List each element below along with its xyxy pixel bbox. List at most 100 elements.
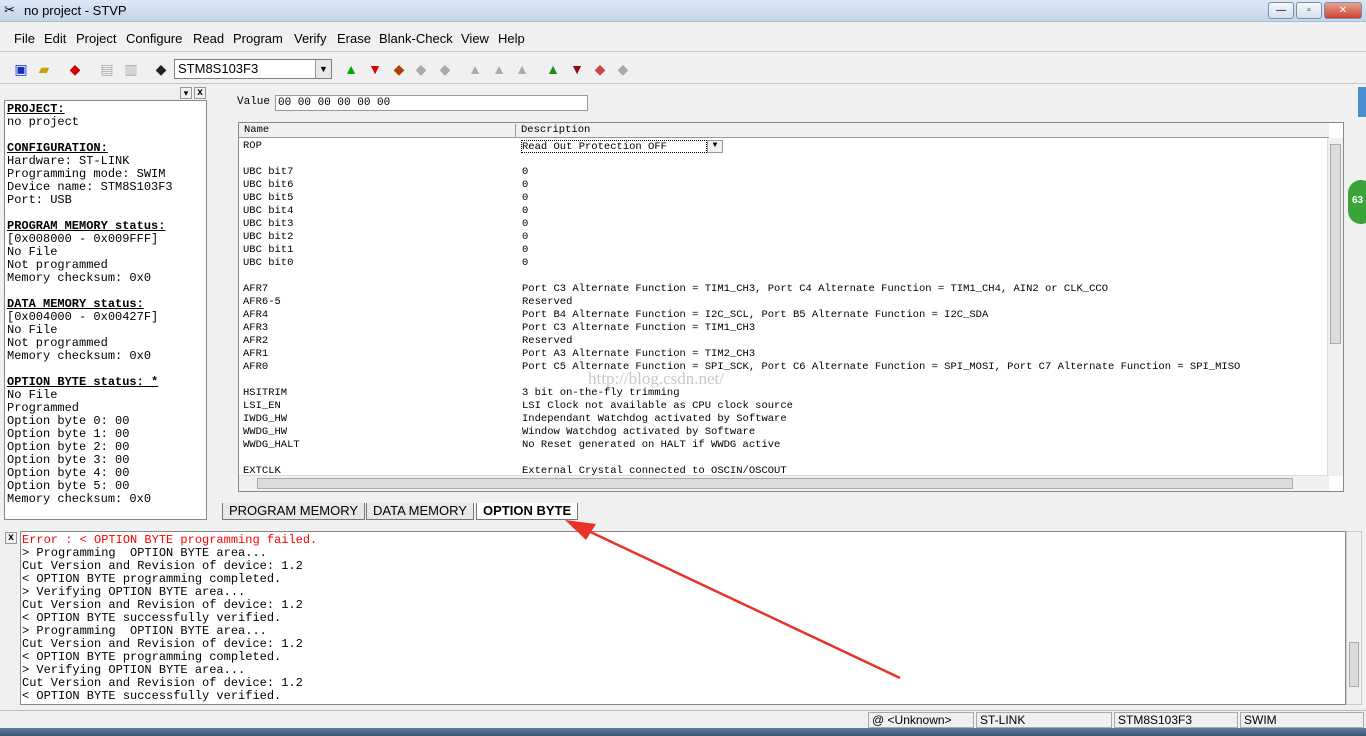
table-row[interactable]: UBC bit5 0 [243,192,528,205]
taskbar [0,728,1366,736]
program-all-icon: ▲ [492,61,506,77]
table-row[interactable]: AFR3 Port C3 Alternate Function = TIM1_CH… [243,322,755,335]
vertical-scrollbar[interactable] [1327,138,1343,476]
rop-select[interactable]: Read Out Protection OFF ▼ [521,140,723,153]
option-description: 0 [522,166,529,178]
option-description: Port C3 Alternate Function = TIM1_CH3 [522,322,756,334]
menu-configure[interactable]: Configure [126,31,182,46]
column-header-name[interactable]: Name [244,124,269,136]
table-row[interactable]: ROP Read Out Protection OFF ▼ [243,140,723,153]
option-name: AFR3 [243,322,269,334]
option-byte-table: Name Description ROP Read Out Protection … [238,122,1344,492]
device-select-value: STM8S103F3 [178,61,259,76]
verify-all-icon: ▲ [515,61,529,77]
menu-read[interactable]: Read [193,31,224,46]
option-description: Reserved [522,335,573,347]
info-line: no project [7,115,80,129]
verify-icon[interactable]: ◆ [390,60,408,78]
menu-bar: File Edit Project Configure Read Program… [0,26,1366,52]
maximize-button[interactable]: ▫ [1296,2,1322,19]
table-row[interactable]: AFR6-5 Reserved [243,296,572,309]
menu-program[interactable]: Program [233,31,283,46]
menu-file[interactable]: File [14,31,35,46]
log-close-button[interactable]: x [5,532,17,544]
tab-program-memory[interactable]: PROGRAM MEMORY [222,503,366,520]
table-row[interactable]: UBC bit1 0 [243,244,528,257]
read-current-icon[interactable]: ▲ [544,60,562,78]
option-name: LSI_EN [243,400,281,412]
close-button[interactable]: ✕ [1324,2,1362,19]
table-row[interactable]: AFR2 Reserved [243,335,572,348]
column-header-description[interactable]: Description [515,124,590,138]
table-row[interactable]: UBC bit0 0 [243,257,528,270]
panel-close-button[interactable]: x [194,87,206,99]
menu-project[interactable]: Project [76,31,116,46]
program-icon[interactable]: ▼ [366,60,384,78]
table-row[interactable]: LSI_EN LSI Clock not available as CPU clo… [243,400,793,413]
program-current-icon[interactable]: ▼ [568,60,586,78]
option-description: 0 [522,192,529,204]
verify-current-icon[interactable]: ◆ [591,60,609,78]
table-row[interactable]: AFR1 Port A3 Alternate Function = TIM2_CH… [243,348,755,361]
log-line: < OPTION BYTE successfully verified. [22,689,282,703]
option-description: 0 [522,179,529,191]
chevron-down-icon[interactable]: ▼ [315,60,331,78]
option-name: WWDG_HW [243,426,288,438]
side-scroll-indicator [1358,87,1366,117]
project-info-panel: PROJECT: no project CONFIGURATION: Hardware… [4,100,207,520]
menu-view[interactable]: View [461,31,489,46]
chevron-down-icon[interactable]: ▼ [707,140,723,153]
table-row[interactable]: UBC bit3 0 [243,218,528,231]
option-name: UBC bit0 [243,257,294,269]
info-line: Memory checksum: 0x0 [7,271,152,285]
table-row[interactable]: UBC bit6 0 [243,179,528,192]
menu-verify[interactable]: Verify [294,31,327,46]
value-label: Value [237,96,271,108]
info-line: Port: USB [7,193,72,207]
option-description: 0 [522,257,529,269]
save-icon[interactable]: ▣ [12,60,30,78]
device-settings-icon[interactable]: ◆ [66,60,84,78]
output-log: Error : < OPTION BYTE programming failed… [20,531,1346,705]
menu-blank-check[interactable]: Blank-Check [379,31,453,46]
title-bar: ✂ no project - STVP — ▫ ✕ [0,0,1366,22]
table-row[interactable]: UBC bit2 0 [243,231,528,244]
table-row[interactable]: UBC bit7 0 [243,166,528,179]
log-scrollbar[interactable] [1346,531,1362,705]
table-row[interactable]: WWDG_HALT No Reset generated on HALT if W… [243,439,780,452]
table-row[interactable]: AFR7 Port C3 Alternate Function = TIM1_CH… [243,283,1108,296]
chip-icon[interactable]: ◆ [152,60,170,78]
open-icon[interactable]: ▰ [35,60,53,78]
option-description: Port B4 Alternate Function = I2C_SCL, Po… [522,309,989,321]
option-name: HSITRIM [243,387,288,399]
read-icon[interactable]: ▲ [342,60,360,78]
horizontal-scrollbar[interactable] [239,475,1329,491]
table-row[interactable]: UBC bit4 0 [243,205,528,218]
tab-option-byte[interactable]: OPTION BYTE [476,503,579,520]
erase-current-icon: ◆ [617,61,629,77]
status-bar: @ <Unknown> ST-LINK STM8S103F3 SWIM [0,710,1366,728]
value-field[interactable]: 00 00 00 00 00 00 [275,95,588,111]
option-description: LSI Clock not available as CPU clock sou… [522,400,793,412]
minimize-button[interactable]: — [1268,2,1294,19]
panel-menu-icon[interactable]: ▾ [180,87,192,99]
app-icon: ✂ [4,2,15,17]
device-select[interactable]: STM8S103F3 ▼ [174,59,332,79]
option-description: Reserved [522,296,573,308]
table-row[interactable]: AFR0 Port C5 Alternate Function = SPI_SCK… [243,361,1240,374]
table-row[interactable]: IWDG_HW Independant Watchdog activated by… [243,413,787,426]
option-name: AFR4 [243,309,269,321]
read-all-icon: ▲ [468,61,482,77]
menu-help[interactable]: Help [498,31,525,46]
tab-data-memory[interactable]: DATA MEMORY [366,503,474,520]
option-description: Window Watchdog activated by Software [522,426,756,438]
status-address: @ <Unknown> [868,712,974,728]
option-name: UBC bit2 [243,231,294,243]
menu-edit[interactable]: Edit [44,31,66,46]
table-row[interactable]: HSITRIM 3 bit on-the-fly trimming [243,387,680,400]
erase-icon: ◆ [415,61,427,77]
option-name: UBC bit3 [243,218,294,230]
table-row[interactable]: AFR4 Port B4 Alternate Function = I2C_SCL… [243,309,988,322]
table-row[interactable]: WWDG_HW Window Watchdog activated by Soft… [243,426,755,439]
menu-erase[interactable]: Erase [337,31,371,46]
